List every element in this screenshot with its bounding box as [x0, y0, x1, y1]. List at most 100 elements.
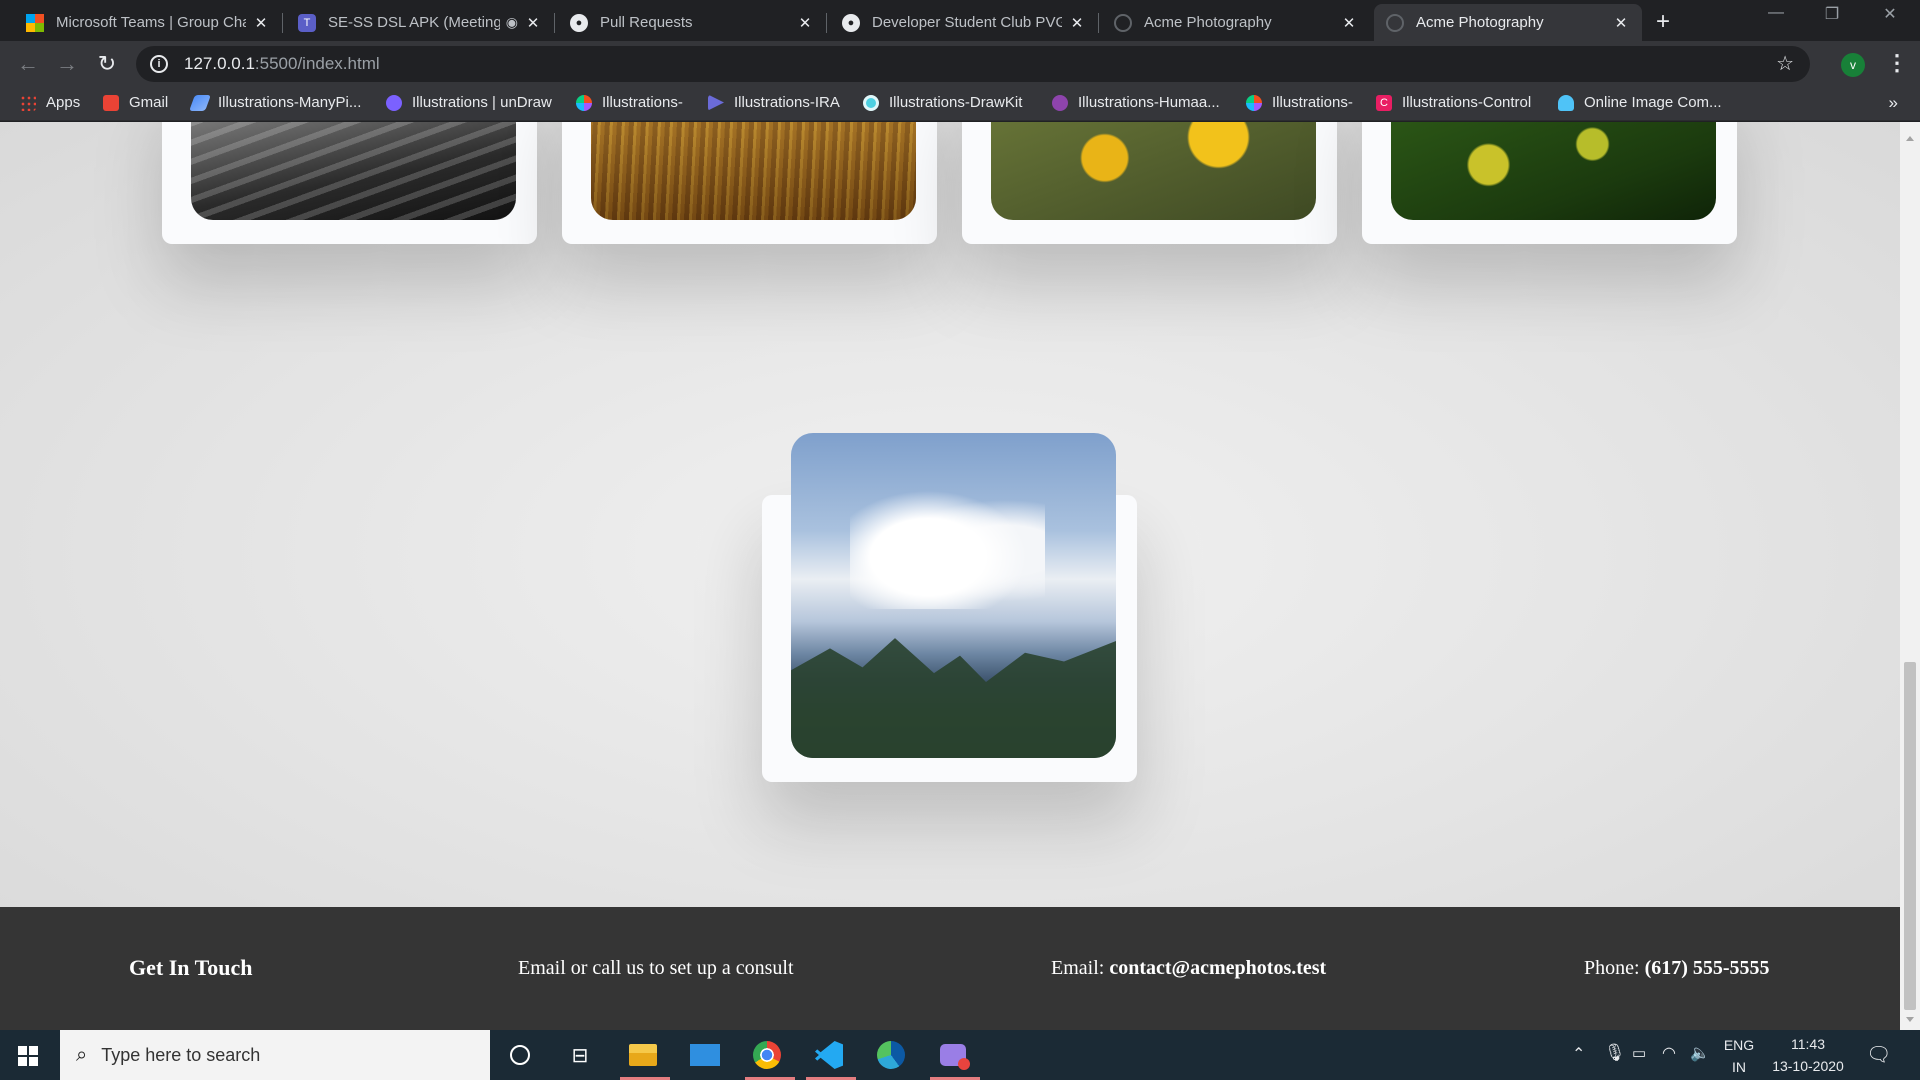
- vscode-icon[interactable]: [814, 1040, 844, 1070]
- tab-separator: [554, 13, 555, 33]
- bookmarks-bar: Apps Gmail Illustrations-ManyPi... Illus…: [0, 87, 1920, 121]
- close-tab-icon[interactable]: ✕: [252, 14, 270, 32]
- globe-icon: [1386, 13, 1404, 32]
- gallery-photo-mountains[interactable]: [791, 433, 1116, 758]
- figma-icon: [1246, 94, 1262, 111]
- gallery-photo-yellow-flowers[interactable]: [1391, 122, 1716, 220]
- mail-icon[interactable]: [690, 1040, 720, 1070]
- photo-card: [962, 122, 1337, 244]
- bookmark-label: Online Image Com...: [1584, 94, 1722, 111]
- url-host: 127.0.0.1: [184, 54, 255, 73]
- photo-card-featured: [762, 433, 1137, 782]
- address-url[interactable]: 127.0.0.1:5500/index.html: [184, 54, 380, 74]
- tab-pull-requests[interactable]: ● Pull Requests ✕: [558, 4, 827, 41]
- bookmark-illustrations-figma-2[interactable]: Illustrations-: [1246, 94, 1353, 111]
- file-explorer-icon[interactable]: [628, 1040, 658, 1070]
- tab-microsoft-teams[interactable]: Microsoft Teams | Group Cha ✕: [14, 4, 283, 41]
- footer-email: Email: contact@acmephotos.test: [1051, 957, 1326, 980]
- bookmark-illustrations-figma[interactable]: Illustrations-: [576, 94, 683, 111]
- email-link[interactable]: contact@acmephotos.test: [1109, 957, 1326, 979]
- gallery-photo-forest[interactable]: [591, 122, 916, 220]
- humaaans-icon: [1052, 94, 1068, 111]
- windows-start-icon[interactable]: [18, 1046, 38, 1066]
- tab-title: Microsoft Teams | Group Cha: [56, 14, 246, 31]
- close-tab-icon[interactable]: ✕: [524, 14, 542, 32]
- bookmark-gmail[interactable]: Gmail: [103, 94, 168, 111]
- tab-acme-photography[interactable]: Acme Photography ✕: [1102, 4, 1370, 41]
- restore-icon[interactable]: ❐: [1808, 4, 1856, 24]
- scroll-up-arrow-icon[interactable]: [1906, 136, 1914, 141]
- tab-developer-student-club[interactable]: ● Developer Student Club PVG ✕: [830, 4, 1099, 41]
- microphone-icon[interactable]: 🎙: [1604, 1043, 1626, 1063]
- github-icon: ●: [570, 13, 588, 32]
- more-bookmarks-icon[interactable]: »: [1889, 93, 1898, 113]
- browser-menu-icon[interactable]: ⋮: [1886, 50, 1908, 76]
- show-hidden-icons-icon[interactable]: ⌃: [1572, 1044, 1585, 1064]
- back-icon[interactable]: ←: [14, 51, 42, 77]
- edge-icon[interactable]: [876, 1040, 906, 1070]
- page-scrollbar[interactable]: [1900, 122, 1920, 1030]
- close-tab-icon[interactable]: ✕: [1068, 14, 1086, 32]
- taskbar-search-box[interactable]: ⌕ Type here to search: [60, 1030, 490, 1080]
- clock[interactable]: 11:43 13-10-2020: [1768, 1036, 1848, 1074]
- close-tab-icon[interactable]: ✕: [796, 14, 814, 32]
- bookmark-apps[interactable]: Apps: [20, 94, 80, 111]
- tab-separator: [1098, 13, 1099, 33]
- phone-link[interactable]: (617) 555-5555: [1645, 957, 1770, 979]
- tab-title: Acme Photography: [1416, 14, 1544, 31]
- phone-label: Phone:: [1584, 957, 1640, 979]
- scroll-down-arrow-icon[interactable]: [1906, 1017, 1914, 1022]
- scrollbar-thumb[interactable]: [1904, 662, 1916, 1010]
- site-info-icon[interactable]: i: [150, 55, 168, 73]
- minimize-icon[interactable]: —: [1752, 4, 1800, 22]
- cortana-icon[interactable]: [505, 1040, 535, 1070]
- wifi-icon[interactable]: ◠: [1662, 1043, 1676, 1063]
- photo-gallery: [0, 122, 1900, 907]
- bookmark-control[interactable]: C Illustrations-Control: [1376, 94, 1531, 111]
- tab-teams-meeting[interactable]: T SE-SS DSL APK (Meeting ◉ ✕: [286, 4, 555, 41]
- bookmark-label: Illustrations-IRA: [734, 94, 840, 111]
- new-tab-button[interactable]: +: [1656, 8, 1670, 36]
- chrome-icon[interactable]: [752, 1040, 782, 1070]
- bookmark-online-image-compressor[interactable]: Online Image Com...: [1558, 94, 1722, 111]
- undraw-icon: [386, 94, 402, 111]
- photo-card: [562, 122, 937, 244]
- bookmark-label: Illustrations-Control: [1402, 94, 1532, 111]
- footer-tagline: Email or call us to set up a consult: [518, 957, 794, 979]
- profile-avatar[interactable]: v: [1841, 53, 1865, 77]
- bookmark-manypixels[interactable]: Illustrations-ManyPi...: [189, 94, 361, 111]
- gallery-photo-sunflowers[interactable]: [991, 122, 1316, 220]
- teams-icon: T: [298, 13, 316, 32]
- page-viewport: Get In Touch Email or call us to set up …: [0, 122, 1900, 1030]
- input-language-indicator[interactable]: ENG IN: [1722, 1037, 1756, 1075]
- task-view-icon[interactable]: ⊟: [565, 1040, 595, 1070]
- volume-icon[interactable]: 🔈: [1690, 1043, 1710, 1063]
- gallery-photo-monochrome[interactable]: [191, 122, 516, 220]
- address-bar[interactable]: i 127.0.0.1:5500/index.html ☆: [136, 46, 1810, 82]
- forward-icon[interactable]: →: [53, 51, 81, 77]
- bookmark-star-icon[interactable]: ☆: [1776, 51, 1794, 76]
- snip-sketch-icon[interactable]: [938, 1040, 970, 1070]
- tab-acme-photography-active[interactable]: Acme Photography ✕: [1374, 4, 1642, 41]
- search-placeholder: Type here to search: [101, 1044, 261, 1065]
- apps-icon: [20, 94, 36, 111]
- close-tab-icon[interactable]: ✕: [1340, 14, 1358, 32]
- bookmark-label: Illustrations-DrawKit: [889, 94, 1023, 111]
- footer-phone: Phone: (617) 555-5555: [1584, 957, 1770, 980]
- tab-title: SE-SS DSL APK (Meeting: [328, 14, 500, 31]
- bookmark-undraw[interactable]: Illustrations | unDraw: [386, 94, 552, 111]
- tab-separator: [826, 13, 827, 33]
- bookmark-humaaans[interactable]: Illustrations-Humaa...: [1052, 94, 1220, 111]
- tab-title: Pull Requests: [600, 14, 693, 31]
- language-region: IN: [1732, 1059, 1746, 1075]
- reload-icon[interactable]: ↻: [93, 51, 121, 77]
- battery-icon[interactable]: ▭: [1632, 1044, 1646, 1062]
- action-center-icon[interactable]: 🗨: [1866, 1042, 1891, 1067]
- photo-card: [162, 122, 537, 244]
- email-label: Email:: [1051, 957, 1105, 979]
- bookmark-drawkit[interactable]: Illustrations-DrawKit: [863, 94, 1022, 111]
- bookmark-ira[interactable]: Illustrations-IRA: [708, 94, 840, 111]
- control-icon: C: [1376, 94, 1392, 111]
- close-window-icon[interactable]: ✕: [1866, 4, 1914, 24]
- close-tab-icon[interactable]: ✕: [1612, 14, 1630, 32]
